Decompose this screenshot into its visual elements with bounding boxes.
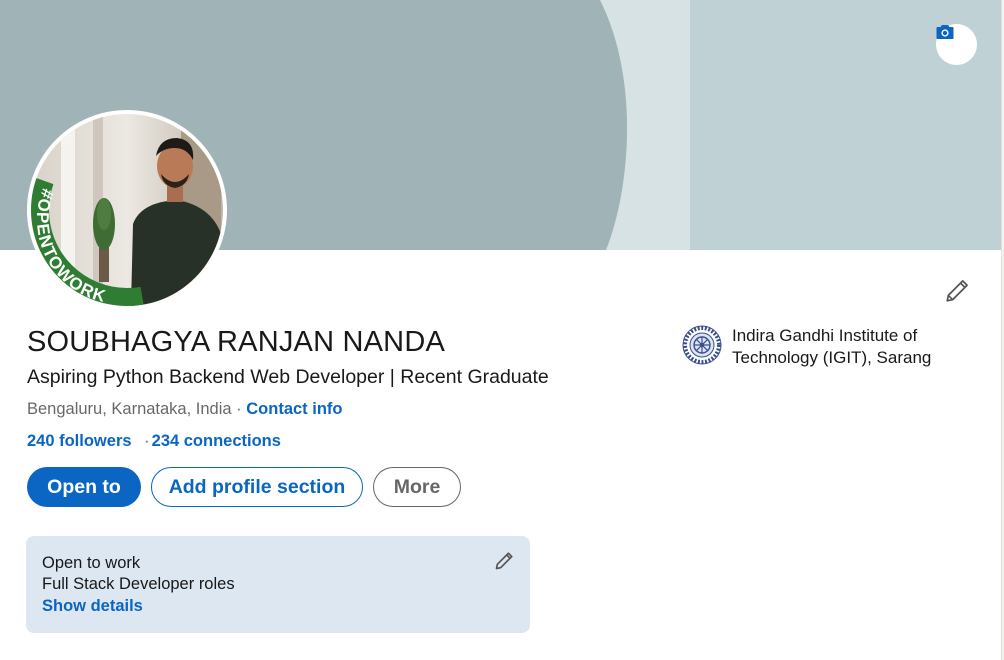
profile-photo-image: #OPENTOWORK: [31, 114, 223, 306]
network-line: 240 followers · 234 connections: [27, 432, 281, 451]
open-to-work-title: Open to work: [42, 554, 141, 572]
open-to-work-roles: Full Stack Developer roles: [42, 575, 235, 593]
location-line: Bengaluru, Karnataka, India · Contact in…: [27, 400, 343, 419]
pencil-icon: [495, 552, 513, 570]
camera-icon: [936, 25, 954, 39]
show-details-link[interactable]: Show details: [42, 595, 143, 617]
contact-info-link[interactable]: Contact info: [246, 400, 342, 418]
school-name: Indira Gandhi Institute of Technology (I…: [732, 326, 932, 367]
profile-photo[interactable]: #OPENTOWORK: [27, 110, 227, 310]
profile-card: #OPENTOWORK SOUBHAGYA RANJAN NANDA Aspir…: [0, 0, 1002, 660]
open-to-button[interactable]: Open to: [27, 467, 141, 507]
profile-location: Bengaluru, Karnataka, India: [27, 400, 232, 418]
followers-link[interactable]: 240 followers: [27, 432, 132, 450]
education-entry[interactable]: Indira Gandhi Institute of Technology (I…: [682, 325, 952, 369]
edit-banner-button[interactable]: [936, 24, 977, 65]
connections-link[interactable]: 234 connections: [152, 432, 281, 450]
location-separator: ·: [236, 400, 242, 418]
pencil-icon: [946, 280, 968, 302]
school-logo-icon: [682, 325, 722, 365]
profile-name: SOUBHAGYA RANJAN NANDA: [27, 326, 446, 358]
add-profile-section-button[interactable]: Add profile section: [151, 467, 363, 507]
more-button[interactable]: More: [373, 467, 461, 507]
profile-headline: Aspiring Python Backend Web Developer | …: [27, 366, 549, 388]
open-to-work-card: Open to work Full Stack Developer roles …: [26, 536, 530, 633]
network-separator: ·: [144, 432, 150, 450]
edit-open-to-work-button[interactable]: [494, 551, 516, 573]
edit-intro-button[interactable]: [940, 274, 974, 308]
